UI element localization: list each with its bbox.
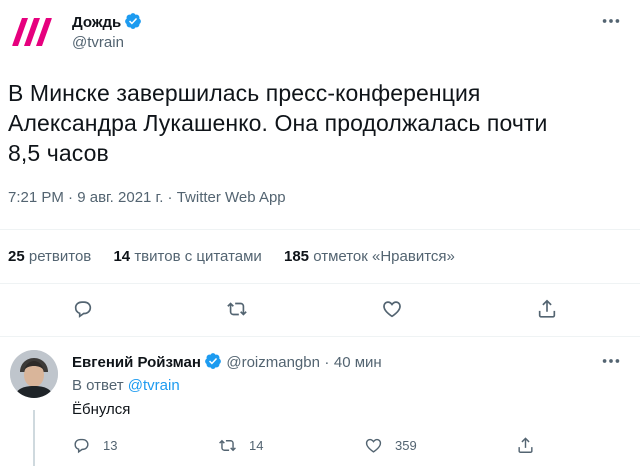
author-handle[interactable]: @tvrain (72, 34, 142, 52)
likes-stat[interactable]: 185 отметок «Нравится» (284, 248, 455, 265)
like-icon (365, 438, 382, 453)
tweet-text-line: 8,5 часов (8, 140, 109, 166)
retweet-icon (219, 439, 236, 452)
reply-retweets-count: 14 (249, 438, 264, 453)
retweet-icon[interactable] (226, 298, 248, 320)
reply-icon (74, 438, 89, 454)
tvrain-avatar[interactable] (8, 8, 56, 56)
tweet-text: В Минске завершилась пресс-конференция А… (8, 78, 628, 168)
tweet-date[interactable]: 9 авг. 2021 г. (77, 189, 163, 206)
verified-badge-icon (125, 13, 142, 29)
reply-replies-count: 13 (103, 438, 118, 453)
thread-line (33, 410, 35, 466)
retweets-count: 25 (8, 248, 25, 265)
reply-icon[interactable] (72, 298, 94, 320)
like-icon[interactable] (381, 298, 403, 320)
reply-to-prefix: В ответ (72, 377, 124, 394)
tweet-source[interactable]: Twitter Web App (177, 189, 286, 206)
likes-label: отметок «Нравится» (313, 248, 455, 265)
divider (0, 229, 640, 230)
tweet-time[interactable]: 7:21 PM (8, 189, 64, 206)
reply-retweets-action[interactable]: 14 (218, 436, 263, 455)
quotes-count: 14 (113, 248, 131, 265)
retweets-label: ретвитов (28, 248, 92, 265)
quotes-label: твитов с цитатами (134, 248, 262, 265)
retweets-stat[interactable]: 25 ретвитов (8, 248, 91, 265)
more-options-icon[interactable] (600, 10, 622, 32)
reply-to-line: В ответ @tvrain (72, 376, 180, 396)
reply-author-name[interactable]: Евгений Ройзман (72, 354, 201, 371)
meta-separator: · (68, 189, 74, 206)
reply-replies-action[interactable]: 13 (72, 436, 117, 455)
person-photo-icon (10, 350, 58, 398)
tweet-meta: 7:21 PM · 9 авг. 2021 г. · Twitter Web A… (8, 188, 286, 208)
divider (0, 336, 640, 337)
reply-likes-count: 359 (395, 438, 417, 453)
share-icon[interactable] (536, 298, 558, 320)
tweet-stats: 25 ретвитов 14 твитов с цитатами 185 отм… (8, 247, 473, 267)
likes-count: 185 (283, 248, 310, 265)
reply-likes-action[interactable]: 359 (364, 436, 417, 455)
reply-share-action[interactable] (516, 436, 547, 455)
tweet-text-line: В Минске завершилась пресс-конференция (8, 80, 481, 106)
tvrain-logo (12, 18, 52, 46)
reply-author-handle[interactable]: @roizmangbn (226, 354, 320, 371)
roizman-avatar[interactable] (10, 350, 58, 398)
meta-separator: · (167, 189, 173, 206)
reply-separator: · (324, 354, 330, 371)
author-block: Дождь @tvrain (72, 12, 142, 52)
reply-time-ago[interactable]: 40 мин (334, 354, 382, 371)
divider (0, 283, 640, 284)
verified-badge-icon (205, 353, 221, 369)
reply-text: Ёбнулся (72, 401, 131, 418)
author-name[interactable]: Дождь (72, 14, 121, 31)
more-options-icon[interactable] (600, 350, 622, 372)
share-icon (518, 437, 533, 453)
quotes-stat[interactable]: 14 твитов с цитатами (113, 248, 261, 265)
reply-header: Евгений Ройзман @roizmangbn · 40 мин (72, 352, 382, 373)
reply-to-handle[interactable]: @tvrain (128, 377, 180, 394)
tweet-text-line: Александра Лукашенко. Она продолжалась п… (8, 110, 548, 136)
